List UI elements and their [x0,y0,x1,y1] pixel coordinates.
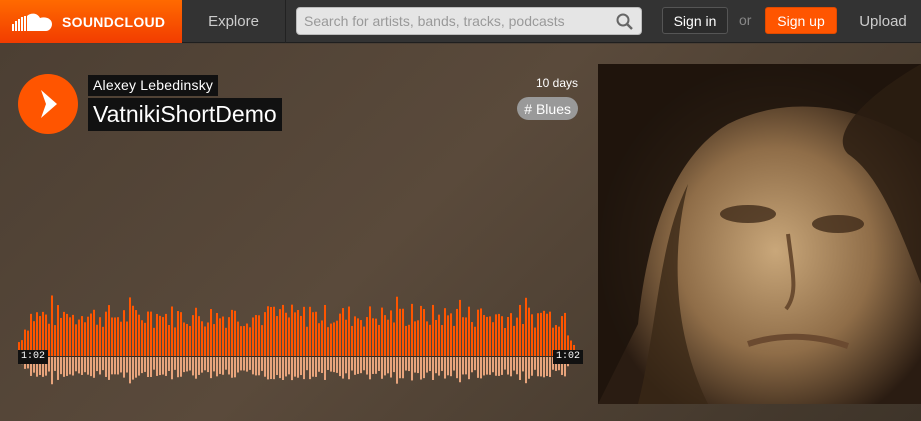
search-bar [296,7,642,35]
sign-up-button[interactable]: Sign up [765,7,837,34]
play-button[interactable] [18,74,78,134]
explore-link[interactable]: Explore [182,0,286,43]
waveform[interactable] [18,294,578,394]
logo-text: SOUNDCLOUD [62,13,166,30]
soundcloud-logo[interactable]: SOUNDCLOUD [0,0,182,43]
track-artwork[interactable] [598,64,921,404]
search-icon[interactable] [616,13,633,30]
track-hero: Alexey Lebedinsky VatnikiShortDemo 10 da… [0,44,921,421]
play-icon [41,90,57,118]
genre-tag[interactable]: # Blues [517,97,578,120]
sign-in-button[interactable]: Sign in [662,7,728,34]
upload-link[interactable]: Upload [848,0,918,43]
search-input[interactable] [304,9,614,33]
artwork-image [598,64,921,404]
current-time: 1:02 [18,350,49,364]
track-title: VatnikiShortDemo [88,98,282,131]
soundcloud-cloud-icon [12,13,52,31]
duration-time: 1:02 [553,350,584,364]
posted-time: 10 days [535,76,578,90]
or-separator: or [739,12,752,28]
top-navigation: SOUNDCLOUD Explore Sign in or Sign up Up… [0,0,921,43]
artist-name[interactable]: Alexey Lebedinsky [88,75,219,96]
